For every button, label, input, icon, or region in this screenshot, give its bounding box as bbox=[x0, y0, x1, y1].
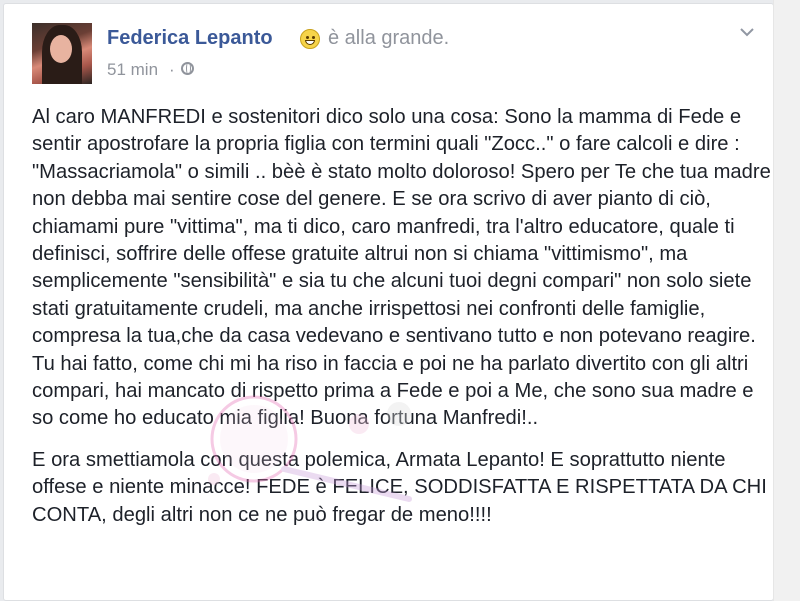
post-timestamp[interactable]: 51 min bbox=[107, 60, 158, 80]
post-paragraph: Al caro MANFREDI e sostenitori dico solo… bbox=[32, 106, 771, 430]
author-name[interactable]: Federica Lepanto bbox=[107, 27, 273, 50]
post-body: Al caro MANFREDI e sostenitori dico solo… bbox=[32, 104, 772, 529]
post-card: Federica Lepanto è alla grande. 51 min ·… bbox=[3, 3, 774, 601]
post-paragraph: E ora smettiamola con questa polemica, A… bbox=[32, 448, 767, 526]
chevron-down-icon[interactable] bbox=[740, 26, 754, 40]
meta-separator: · bbox=[169, 60, 175, 79]
scrollbar[interactable] bbox=[773, 0, 800, 601]
globe-icon[interactable] bbox=[181, 62, 194, 75]
feeling-status[interactable]: è alla grande. bbox=[328, 27, 449, 50]
avatar-face bbox=[50, 35, 72, 63]
avatar[interactable] bbox=[32, 23, 92, 84]
grinning-face-icon bbox=[300, 29, 320, 49]
